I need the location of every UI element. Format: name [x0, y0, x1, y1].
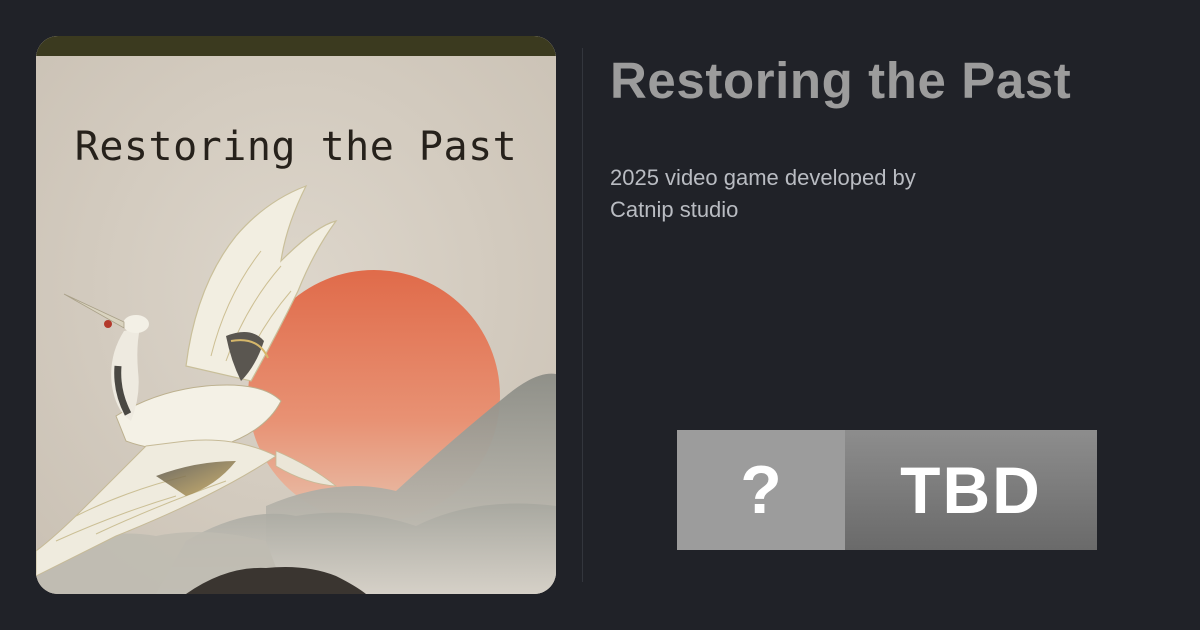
top-band [36, 36, 556, 56]
game-title[interactable]: Restoring the Past [610, 52, 1200, 110]
cover-title-text: Restoring the Past [74, 124, 518, 170]
unknown-score-symbol: ? [677, 430, 845, 550]
cover-artwork [36, 36, 556, 594]
game-cover-image: Restoring the Past [36, 36, 556, 594]
vertical-divider [582, 48, 583, 582]
game-description: 2025 video game developed by Catnip stud… [610, 165, 916, 222]
game-info-panel: Restoring the Past 2025 video game devel… [610, 52, 1200, 252]
score-badge: ? TBD [677, 430, 1097, 550]
score-tbd-label: TBD [845, 430, 1097, 550]
